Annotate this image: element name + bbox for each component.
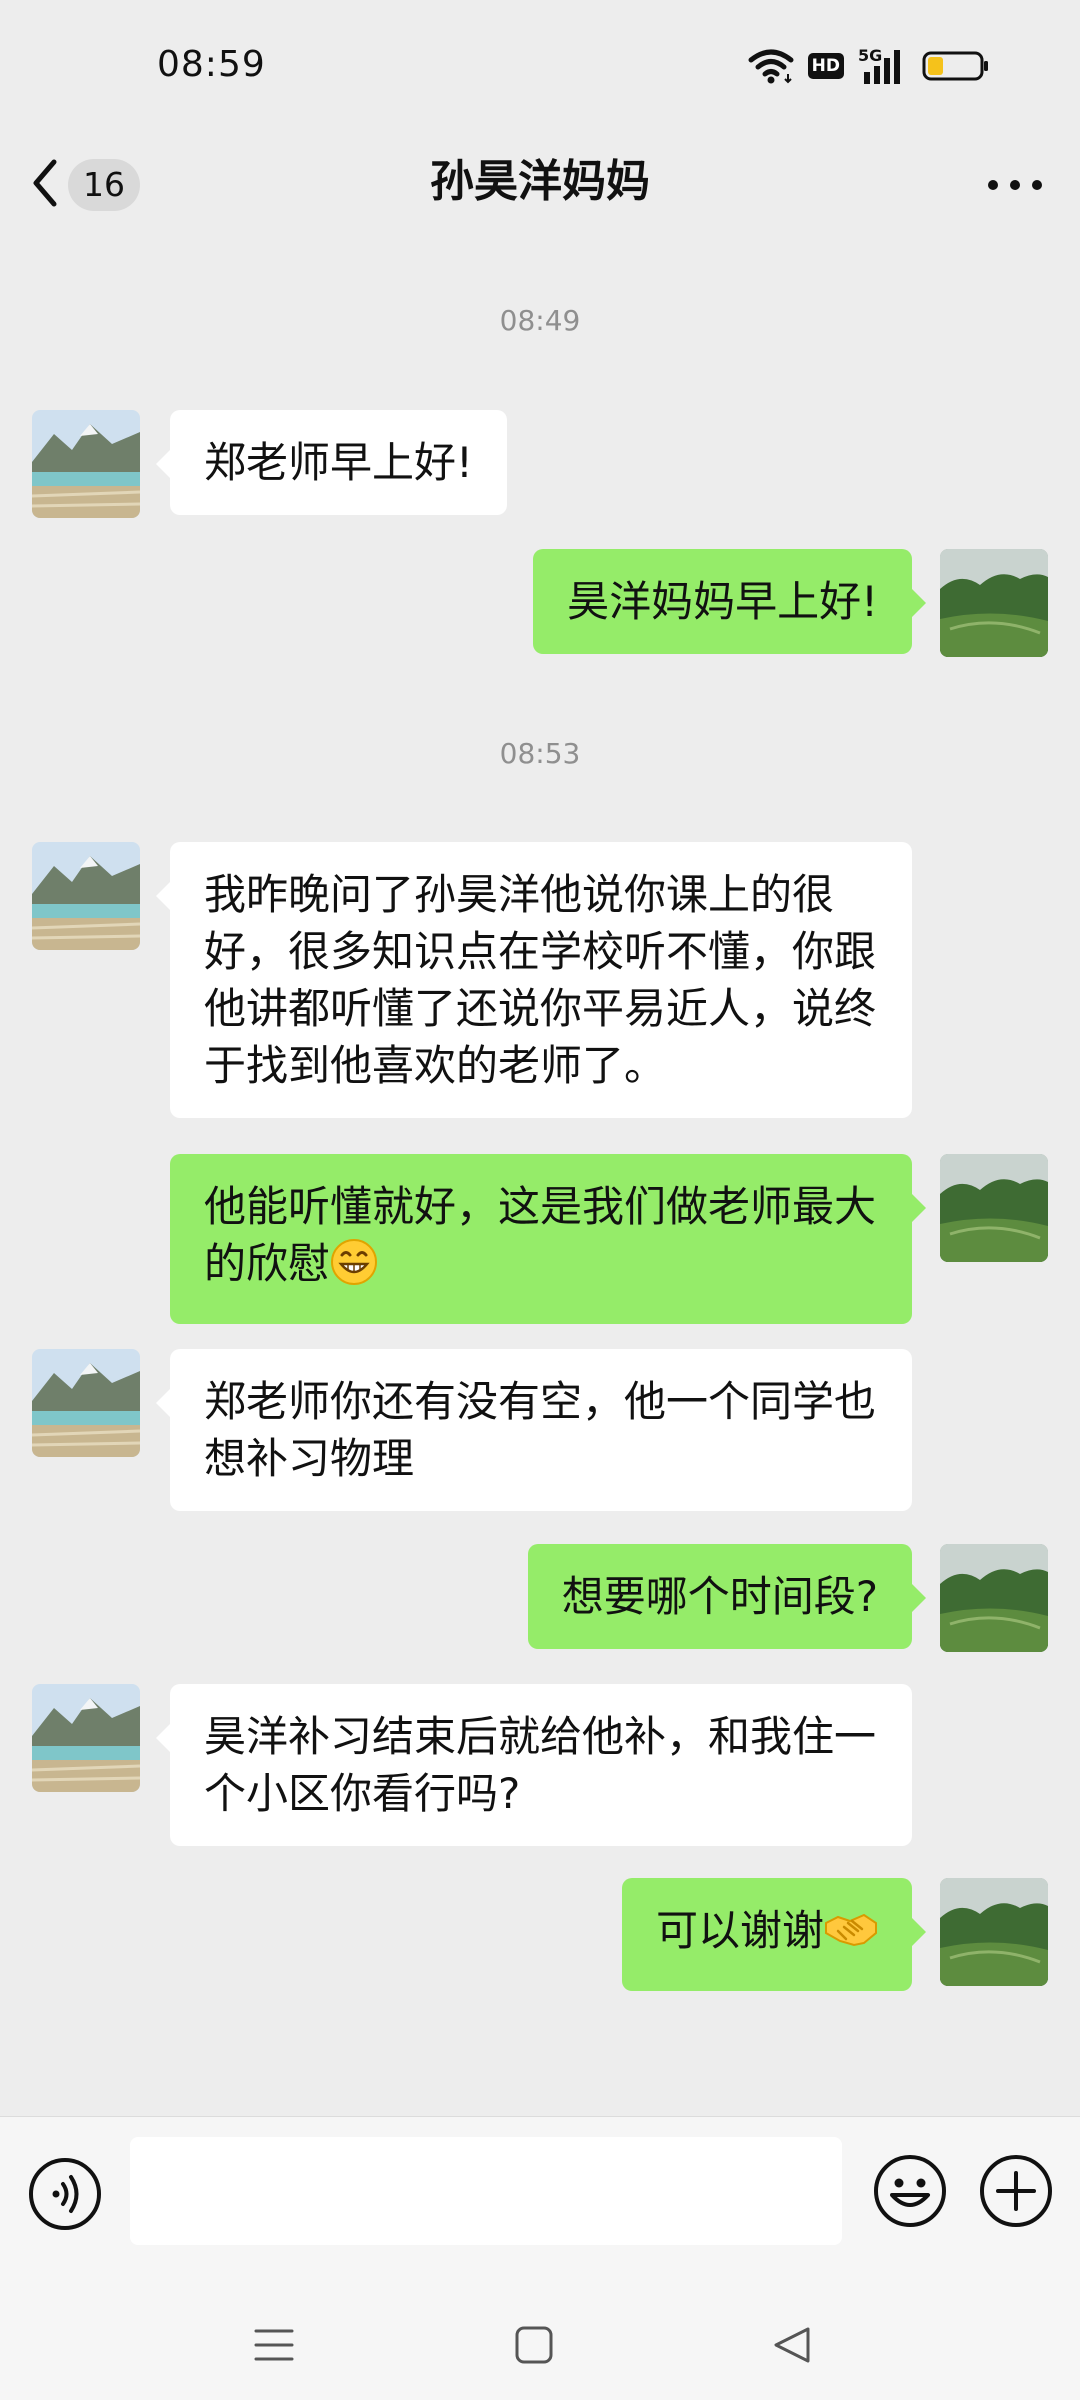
hd-icon: HD: [807, 53, 844, 79]
menu-key[interactable]: [254, 2325, 294, 2369]
plus-icon: [978, 2155, 1054, 2233]
more-functions-button[interactable]: [978, 2153, 1054, 2233]
contact-avatar[interactable]: [32, 410, 140, 518]
my-avatar[interactable]: [940, 549, 1048, 657]
incoming-message-bubble[interactable]: 昊洋补习结束后就给他补，和我住一个小区你看行吗?: [156, 1684, 912, 1846]
home-key[interactable]: [514, 2325, 554, 2369]
incoming-message-bubble[interactable]: 郑老师你还有没有空，他一个同学也想补习物理: [156, 1349, 912, 1511]
message-text: 他能听懂就好，这是我们做老师最大的欣慰: [204, 1182, 877, 1288]
back-triangle-icon: [772, 2327, 812, 2369]
outgoing-message-bubble[interactable]: 想要哪个时间段?: [527, 1544, 927, 1649]
input-bar: [0, 2116, 1080, 2400]
message-input[interactable]: [130, 2137, 842, 2245]
outgoing-message-bubble[interactable]: 他能听懂就好，这是我们做老师最大的欣慰: [170, 1154, 926, 1324]
battery-icon: [922, 50, 990, 82]
message-timestamp: 08:53: [499, 737, 581, 770]
emoji-icon: [872, 2155, 948, 2233]
message-timestamp: 08:49: [499, 304, 581, 337]
status-bar: 08:59 HD 5G: [0, 0, 1080, 135]
chat-title: 孙昊洋妈妈: [430, 156, 650, 207]
voice-icon: [28, 2158, 102, 2235]
incoming-message-bubble[interactable]: 我昨晚问了孙昊洋他说你课上的很好，很多知识点在学校听不懂，你跟他讲都听懂了还说你…: [156, 842, 912, 1118]
my-avatar[interactable]: [940, 1544, 1048, 1652]
contact-avatar[interactable]: [32, 842, 140, 950]
chat-header: 16 孙昊洋妈妈: [0, 135, 1080, 245]
outgoing-message-bubble[interactable]: 可以谢谢: [621, 1878, 927, 1991]
grinning-face-emoji: [330, 1238, 378, 1300]
status-time: 08:59: [157, 44, 266, 85]
my-avatar[interactable]: [940, 1878, 1048, 1986]
emoji-button[interactable]: [872, 2153, 948, 2233]
my-avatar[interactable]: [940, 1154, 1048, 1262]
incoming-message-bubble[interactable]: 郑老师早上好!: [156, 410, 507, 515]
contact-avatar[interactable]: [32, 1684, 140, 1792]
contact-avatar[interactable]: [32, 1349, 140, 1457]
menu-icon: [254, 2329, 294, 2369]
signal-5g-icon: 5G: [858, 46, 908, 84]
outgoing-message-bubble[interactable]: 昊洋妈妈早上好!: [533, 549, 926, 654]
handshake-emoji: [824, 1905, 878, 1967]
home-icon: [514, 2326, 554, 2369]
back-key[interactable]: [772, 2325, 812, 2369]
more-dots-icon: [987, 176, 1043, 195]
status-icons: HD 5G: [748, 46, 990, 86]
system-navigation-bar: [0, 2295, 1080, 2395]
wifi-icon: [748, 48, 794, 84]
message-text: 可以谢谢: [655, 1906, 824, 1955]
voice-button[interactable]: [28, 2157, 102, 2235]
more-options-button[interactable]: [980, 155, 1050, 215]
